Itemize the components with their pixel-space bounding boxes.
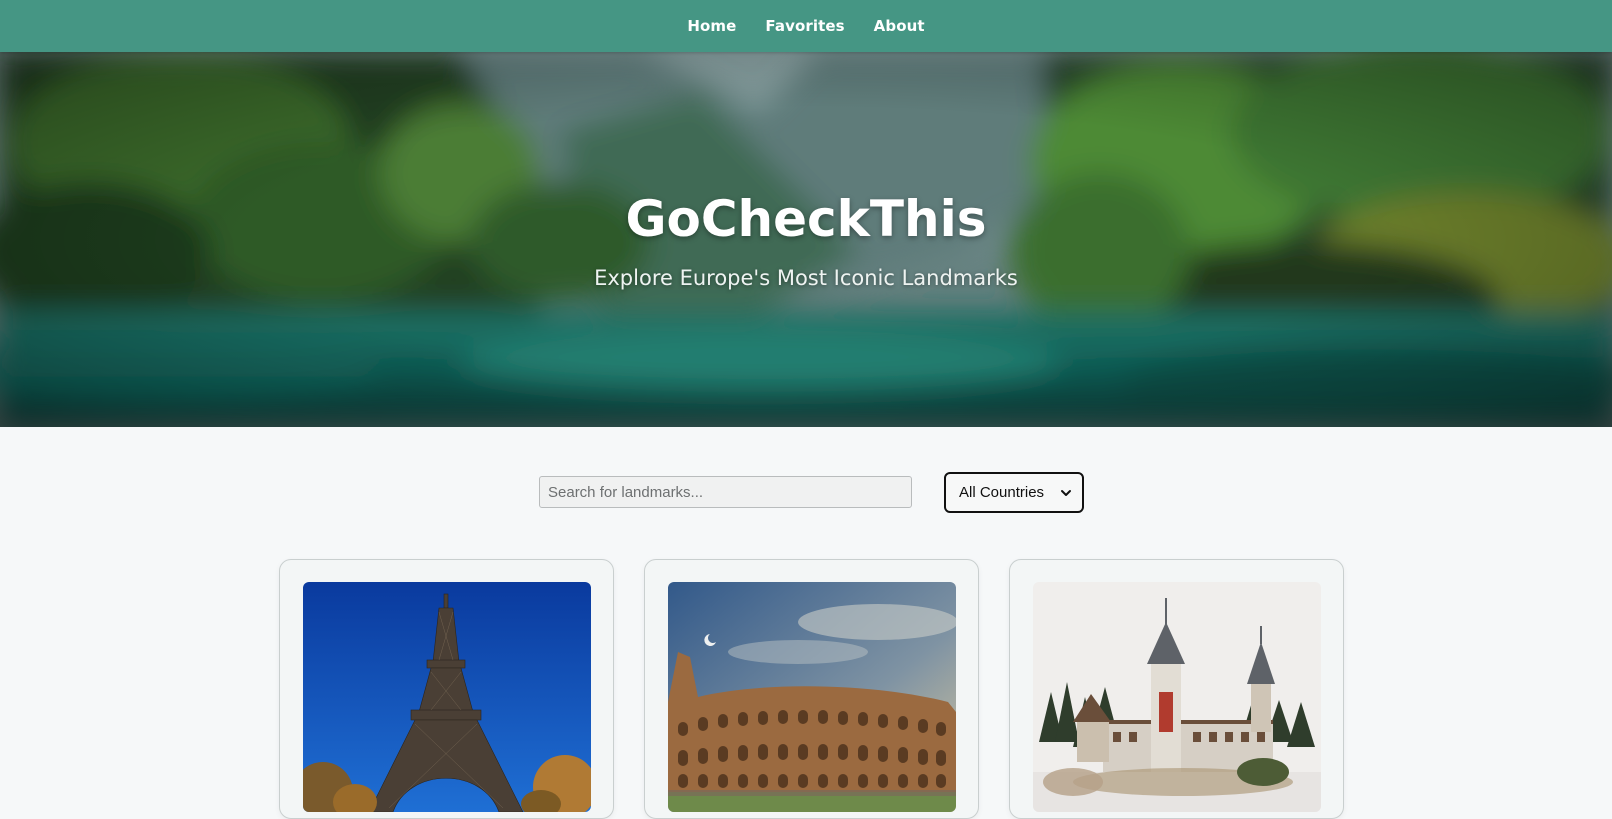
hero-banner: GoCheckThis Explore Europe's Most Iconic… (0, 52, 1612, 427)
nav-favorites-link[interactable]: Favorites (765, 13, 844, 39)
search-input[interactable] (539, 476, 912, 508)
colosseum-image[interactable] (668, 582, 956, 812)
landmark-card[interactable] (279, 559, 614, 819)
top-navbar: Home Favorites About (0, 0, 1612, 52)
hero-subtitle: Explore Europe's Most Iconic Landmarks (594, 266, 1018, 290)
country-filter-value: All Countries (959, 484, 1045, 501)
landmark-card[interactable] (644, 559, 979, 819)
country-filter-select[interactable]: All Countries (944, 472, 1084, 513)
hero-text-block: GoCheckThis Explore Europe's Most Iconic… (0, 52, 1612, 427)
peles-castle-image[interactable] (1033, 582, 1321, 812)
hero-title: GoCheckThis (625, 190, 987, 248)
nav-home-link[interactable]: Home (687, 13, 736, 39)
chevron-down-icon (1061, 489, 1071, 496)
eiffel-tower-image[interactable] (303, 582, 591, 812)
nav-about-link[interactable]: About (874, 13, 925, 39)
landmark-card[interactable] (1009, 559, 1344, 819)
